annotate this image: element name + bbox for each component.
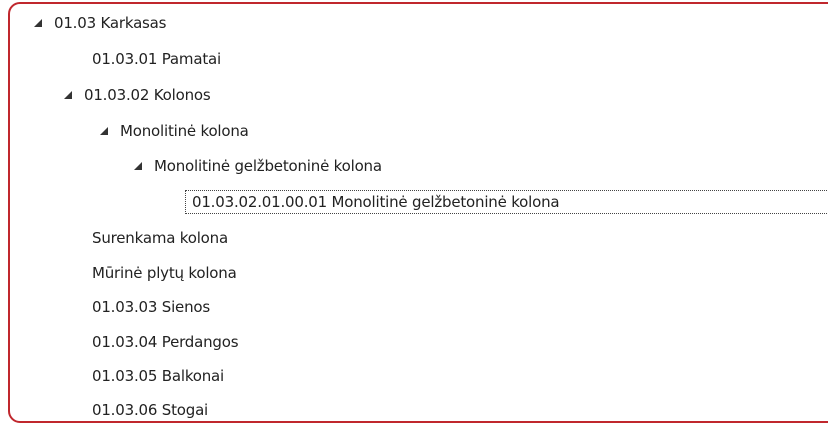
tree-node-monolitine-gelzbetonine-kolona[interactable]: Monolitinė gelžbetoninė kolona (132, 155, 382, 177)
tree-node-perdangos[interactable]: 01.03.04 Perdangos (92, 331, 239, 353)
expanded-triangle-icon[interactable] (32, 17, 44, 29)
tree-node-karkasas[interactable]: 01.03 Karkasas (32, 12, 166, 34)
tree-node-stogai[interactable]: 01.03.06 Stogai (92, 399, 208, 421)
tree-node-selected-item[interactable]: 01.03.02.01.00.01 Monolitinė gelžbetonin… (185, 190, 828, 214)
tree-node-label: Mūrinė plytų kolona (92, 264, 237, 282)
tree-node-sienos[interactable]: 01.03.03 Sienos (92, 296, 210, 318)
tree-node-surenkama-kolona[interactable]: Surenkama kolona (92, 227, 228, 249)
tree-node-label: 01.03.02.01.00.01 Monolitinė gelžbetonin… (192, 193, 560, 211)
tree-node-label: 01.03.02 Kolonos (84, 86, 211, 104)
expanded-triangle-icon[interactable] (132, 160, 144, 172)
tree-node-pamatai[interactable]: 01.03.01 Pamatai (92, 48, 221, 70)
tree-node-label: Monolitinė kolona (120, 122, 249, 140)
tree-node-label: 01.03 Karkasas (54, 14, 167, 32)
expanded-triangle-icon[interactable] (62, 89, 74, 101)
tree-node-label: 01.03.04 Perdangos (92, 333, 239, 351)
tree-node-label: 01.03.03 Sienos (92, 298, 210, 316)
tree-node-murine-plytu-kolona[interactable]: Mūrinė plytų kolona (92, 262, 237, 284)
tree-node-balkonai[interactable]: 01.03.05 Balkonai (92, 365, 224, 387)
tree-node-label: 01.03.06 Stogai (92, 401, 209, 419)
tree-node-label: 01.03.01 Pamatai (92, 50, 221, 68)
tree-node-monolitine-kolona[interactable]: Monolitinė kolona (98, 120, 249, 142)
tree-view-panel: 01.03 Karkasas 01.03.01 Pamatai 01.03.02… (8, 2, 828, 423)
expanded-triangle-icon[interactable] (98, 125, 110, 137)
tree-node-label: 01.03.05 Balkonai (92, 367, 225, 385)
tree-node-label: Surenkama kolona (92, 229, 228, 247)
tree-node-label: Monolitinė gelžbetoninė kolona (154, 157, 382, 175)
tree-node-kolonos[interactable]: 01.03.02 Kolonos (62, 84, 211, 106)
